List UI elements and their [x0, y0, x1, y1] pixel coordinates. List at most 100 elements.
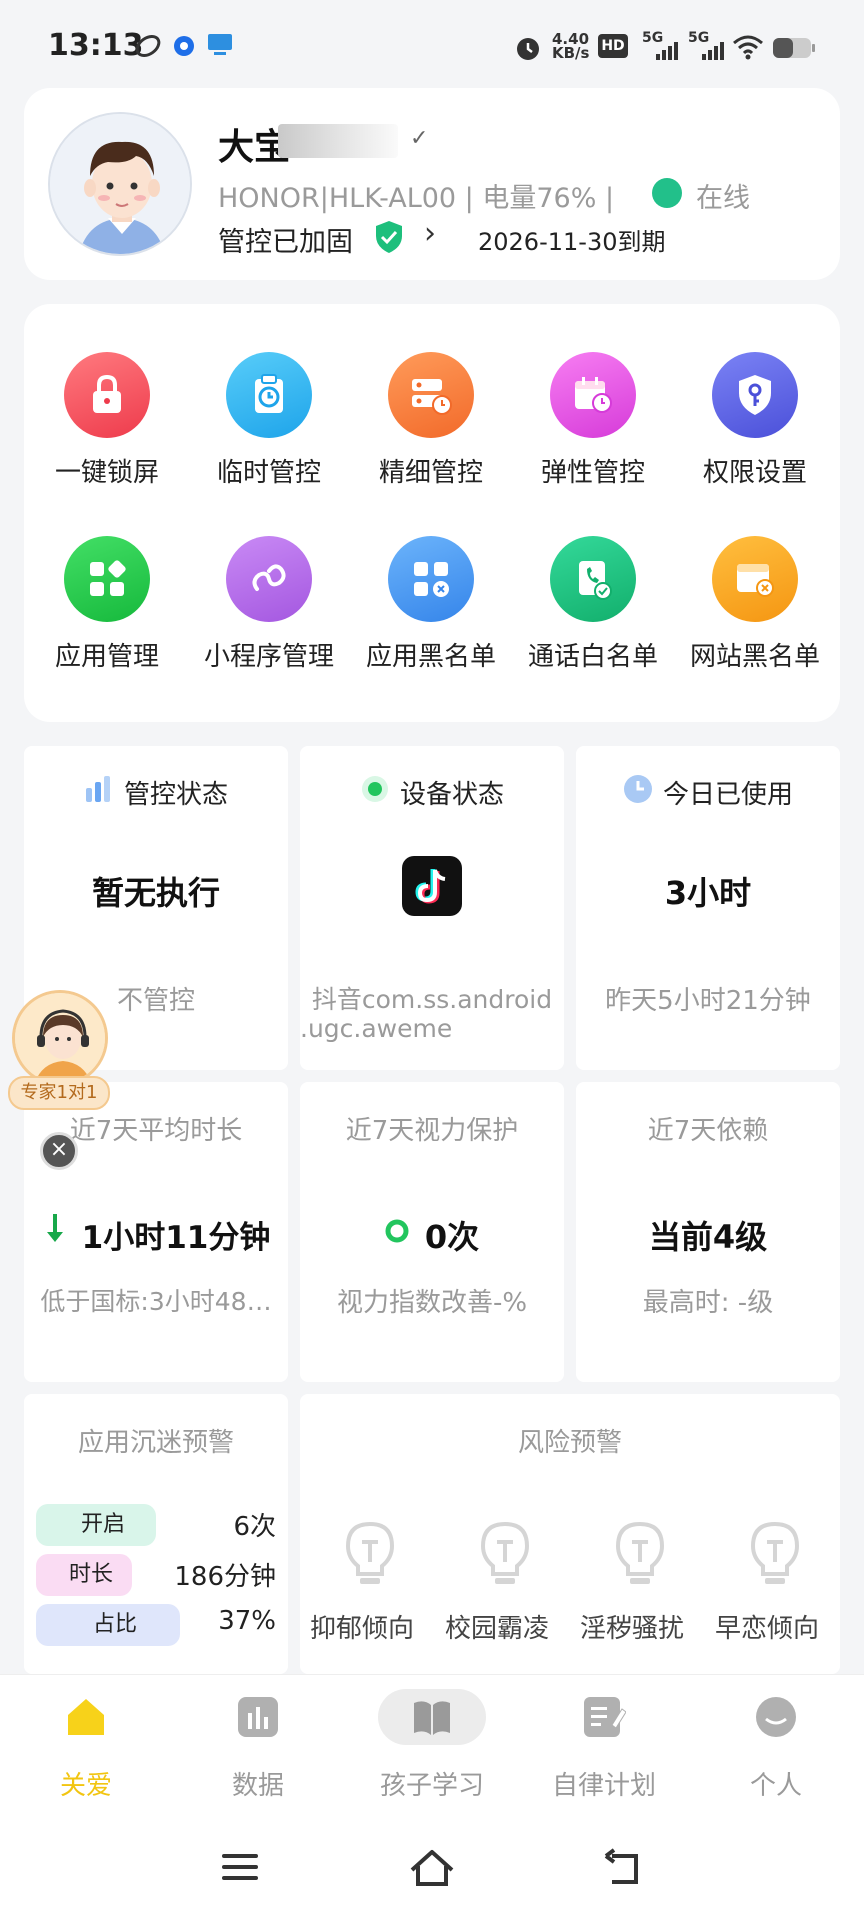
risk-label-puppy-love: 早恋倾向 — [715, 1614, 820, 1644]
hd-icon: HD — [598, 34, 628, 58]
feature-permission-settings[interactable]: 权限设置 — [674, 352, 836, 502]
vision-7d-sub: 视力指数改善-% — [336, 1288, 528, 1318]
bulb-icon — [745, 1520, 805, 1590]
menu-icon[interactable] — [220, 1850, 260, 1888]
addiction-warning-title: 应用沉迷预警 — [77, 1428, 234, 1458]
battery-icon — [772, 36, 816, 60]
reinforce-status[interactable]: 管控已加固 — [218, 220, 353, 259]
stat-title: 设备状态 — [300, 774, 564, 811]
feature-temp-control[interactable]: 临时管控 — [188, 352, 350, 502]
tiktok-app-icon — [402, 856, 462, 916]
data-chart-icon — [236, 1695, 280, 1743]
clock-clipboard-icon — [226, 352, 312, 438]
addiction-warning-card[interactable]: 应用沉迷预警 开启 6次 时长 186分钟 占比 37% — [24, 1394, 288, 1674]
device-app-line1: 抖音com.ss.android — [311, 985, 553, 1014]
feature-label: 临时管控 — [216, 458, 321, 488]
status-bar: 13:13 4.40 KB/s HD 5G 5G — [0, 0, 864, 88]
feature-label: 网站黑名单 — [689, 642, 820, 672]
wifi-icon — [732, 34, 764, 60]
today-used-value: 3小时 — [664, 874, 752, 912]
avg-7d-value: 1小时11分钟 — [81, 1220, 271, 1256]
nav-self-discipline[interactable]: 自律计划 — [518, 1675, 690, 1821]
risk-warning-title: 风险预警 — [517, 1428, 622, 1458]
bar-chart-icon — [84, 776, 114, 809]
online-status: 在线 — [696, 183, 750, 214]
today-used-card[interactable]: 今日已使用 3小时 昨天5小时21分钟 — [576, 746, 840, 1070]
book-icon — [410, 1695, 454, 1743]
feature-label: 小程序管理 — [203, 642, 334, 672]
nav-data[interactable]: 数据 — [172, 1675, 344, 1821]
dependency-7d-title: 近7天依赖 — [647, 1116, 769, 1146]
nav-profile[interactable]: 个人 — [690, 1675, 862, 1821]
pill-ratio: 占比 — [36, 1604, 180, 1646]
feature-app-blacklist[interactable]: 应用黑名单 — [350, 536, 512, 686]
calendar-icon — [550, 352, 636, 438]
feature-label: 应用黑名单 — [365, 642, 496, 672]
back-icon[interactable] — [602, 1848, 644, 1892]
shield-check-icon — [374, 220, 404, 254]
nav-care[interactable]: 关爱 — [0, 1675, 172, 1821]
online-dot-icon — [652, 178, 682, 208]
device-status-card[interactable]: 设备状态 抖音com.ss.android .ugc.aweme — [300, 746, 564, 1070]
feature-app-management[interactable]: 应用管理 — [26, 536, 188, 686]
app-block-icon — [388, 536, 474, 622]
risk-label-bullying: 校园霸凌 — [445, 1614, 550, 1644]
feature-web-blacklist[interactable]: 网站黑名单 — [674, 536, 836, 686]
alarm-icon — [514, 34, 542, 62]
bulb-icon — [340, 1520, 400, 1590]
bottom-nav: 关爱 数据 孩子学习 自律计划 个人 — [0, 1674, 864, 1820]
dependency-7d-card[interactable]: 近7天依赖 当前4级 最高时: -级 — [576, 1082, 840, 1382]
feature-label: 弹性管控 — [540, 458, 645, 488]
home-icon — [64, 1695, 108, 1743]
expert-avatar-button[interactable] — [12, 990, 108, 1086]
feature-fine-control[interactable]: 精细管控 — [350, 352, 512, 502]
risk-warning-card[interactable]: 风险预警 抑郁倾向 校园霸凌 淫秽骚扰 早恋倾向 — [300, 1394, 840, 1674]
home-nav-icon[interactable] — [408, 1848, 456, 1892]
server-settings-icon — [388, 352, 474, 438]
name-blur-mask — [278, 124, 398, 158]
ratio-value: 37% — [218, 1606, 276, 1636]
feature-lock-screen[interactable]: 一键锁屏 — [26, 352, 188, 502]
feature-flex-control[interactable]: 弹性管控 — [512, 352, 674, 502]
dependency-7d-value: 当前4级 — [648, 1218, 768, 1256]
close-icon[interactable]: × — [40, 1132, 78, 1170]
vision-7d-card[interactable]: 近7天视力保护 0次 视力指数改善-% — [300, 1082, 564, 1382]
arrow-down-icon — [44, 1212, 66, 1250]
pill-open-count: 开启 — [36, 1504, 156, 1546]
vision-7d-title: 近7天视力保护 — [345, 1116, 519, 1146]
device-app-line2: .ugc.aweme — [300, 1014, 453, 1043]
risk-label-depression: 抑郁倾向 — [310, 1614, 415, 1644]
clock-icon — [623, 774, 653, 811]
expiry-date: 2026-11-30到期 — [478, 228, 666, 256]
feature-label: 精细管控 — [378, 458, 483, 488]
feature-call-whitelist[interactable]: 通话白名单 — [512, 536, 674, 686]
verified-check-icon: ✓ — [410, 126, 429, 151]
risk-label-harassment: 淫秽骚扰 — [580, 1614, 685, 1644]
feature-label: 通话白名单 — [527, 642, 658, 672]
smile-icon — [754, 1695, 798, 1743]
vision-7d-value: 0次 — [424, 1218, 480, 1256]
today-used-sub: 昨天5小时21分钟 — [605, 986, 811, 1016]
key-shield-icon — [712, 352, 798, 438]
apps-icon — [64, 536, 150, 622]
nav-child-learning[interactable]: 孩子学习 — [346, 1675, 518, 1821]
expert-tag[interactable]: 专家1对1 — [8, 1076, 110, 1110]
web-block-icon — [712, 536, 798, 622]
pill-duration: 时长 — [36, 1554, 132, 1596]
avg-7d-card[interactable]: 近7天平均时长 1小时11分钟 低于国标:3小时48… — [24, 1082, 288, 1382]
system-nav-bar — [0, 1820, 864, 1920]
phone-book-icon — [550, 536, 636, 622]
stat-title: 管控状态 — [24, 774, 288, 811]
lock-icon — [64, 352, 150, 438]
feature-mini-program[interactable]: 小程序管理 — [188, 536, 350, 686]
child-avatar[interactable] — [48, 112, 192, 256]
feature-label: 应用管理 — [54, 642, 159, 672]
stat-title: 今日已使用 — [576, 774, 840, 811]
status-time: 13:13 — [48, 28, 144, 63]
open-count-value: 6次 — [233, 1512, 276, 1542]
status-dot-icon — [360, 774, 390, 811]
avg-7d-sub: 低于国标:3小时48… — [40, 1287, 272, 1316]
chevron-right-icon[interactable]: › — [424, 216, 436, 251]
plan-edit-icon — [582, 1695, 627, 1743]
bulb-icon — [610, 1520, 670, 1590]
